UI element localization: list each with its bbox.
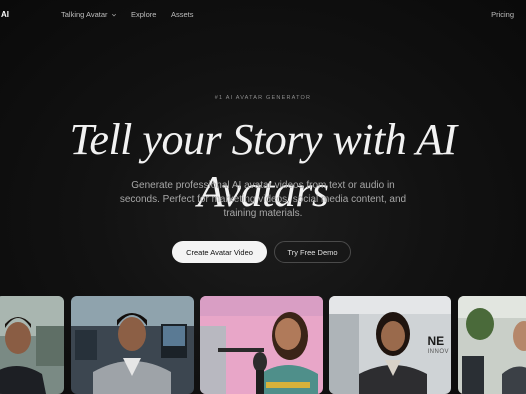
- avatar-thumbnail: [71, 296, 194, 394]
- create-avatar-video-button[interactable]: Create Avatar Video: [172, 241, 267, 263]
- company-sign-subtext: INNOV: [427, 349, 449, 355]
- avatar-card-man-office[interactable]: [0, 296, 64, 394]
- hero-subtitle: Generate professional AI avatar videos f…: [119, 180, 407, 219]
- nav-item-talking-avatar[interactable]: Talking Avatar: [61, 10, 117, 19]
- avatar-card-man-hoodie[interactable]: [71, 296, 194, 394]
- company-sign-text: NE: [427, 334, 445, 348]
- avatar-gallery: NE INNOV: [0, 296, 526, 394]
- avatar-thumbnail: [200, 296, 323, 394]
- avatar-card-woman-podcast[interactable]: [200, 296, 323, 394]
- nav-item-label: Talking Avatar: [61, 10, 108, 19]
- company-sign: NE INNOV: [427, 334, 449, 358]
- nav-item-assets[interactable]: Assets: [171, 10, 194, 19]
- top-nav: AI Talking Avatar Explore Assets Pricing: [0, 0, 526, 30]
- chevron-down-icon: [111, 13, 116, 16]
- avatar-thumbnail: [0, 296, 64, 394]
- avatar-thumbnail: [458, 296, 526, 394]
- nav-item-pricing[interactable]: Pricing: [491, 10, 514, 19]
- nav-item-explore[interactable]: Explore: [131, 10, 156, 19]
- avatar-card-man-partial[interactable]: [458, 296, 526, 394]
- avatar-card-woman-business[interactable]: NE INNOV: [329, 296, 451, 394]
- hero-eyebrow: #1 AI AVATAR GENERATOR: [214, 95, 312, 101]
- try-free-demo-button[interactable]: Try Free Demo: [274, 241, 351, 263]
- logo[interactable]: AI: [1, 10, 9, 19]
